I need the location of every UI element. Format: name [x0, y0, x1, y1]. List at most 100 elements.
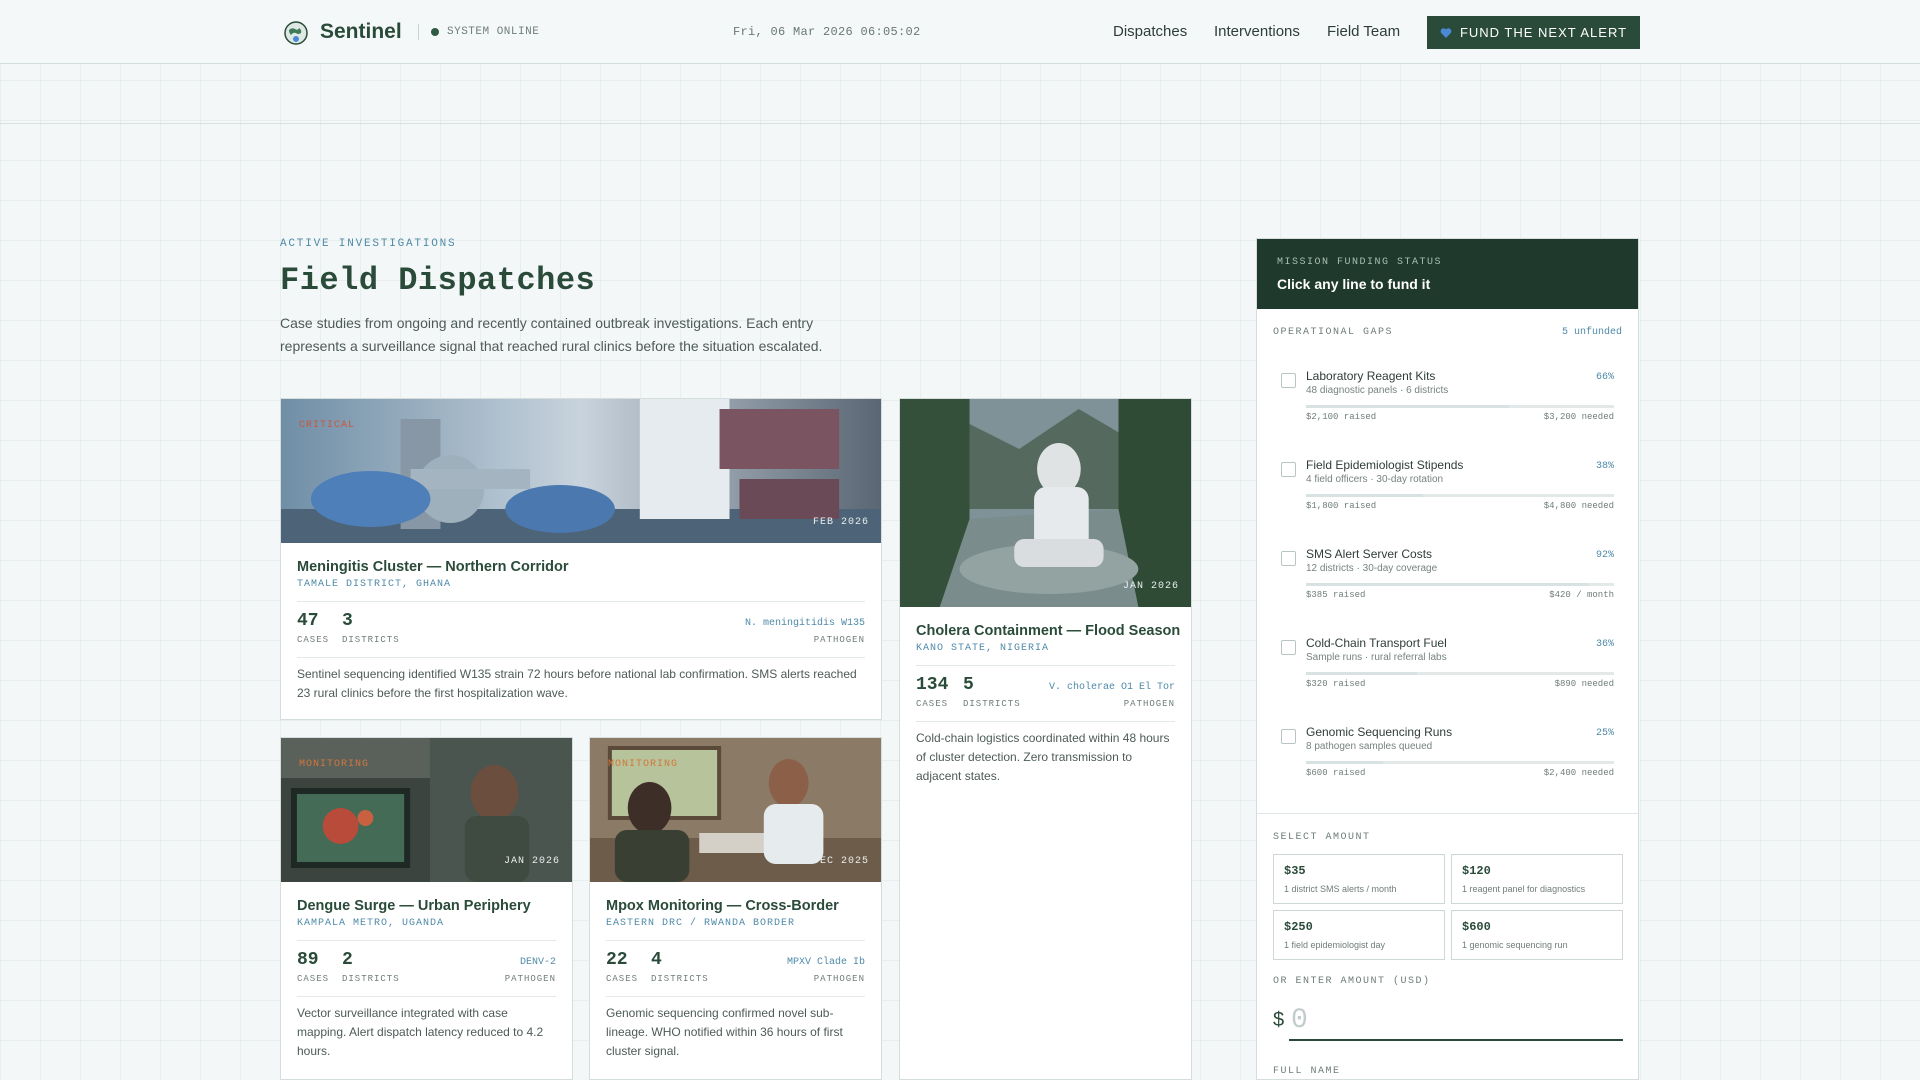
amount-option-120[interactable]: $120 1 reagent panel for diagnostics [1451, 854, 1623, 904]
dispatch-description: Sentinel sequencing identified W135 stra… [297, 667, 857, 700]
funding-panel: MISSION FUNDING STATUS Click any line to… [1256, 238, 1639, 1080]
gap-title: Genomic Sequencing Runs [1306, 725, 1453, 739]
gap-percent: 36% [1595, 639, 1614, 650]
gap-title: SMS Alert Server Costs [1306, 547, 1433, 561]
cases-label: CASES [297, 974, 330, 984]
funding-gap-sms-server[interactable]: SMS Alert Server Costs 12 districts · 30… [1257, 539, 1638, 617]
unfunded-count: 5 unfunded [1561, 327, 1622, 338]
dispatch-photo-lab-microscope [281, 399, 881, 543]
districts-count: 4 [651, 950, 662, 970]
dispatch-title[interactable]: Cholera Containment — Flood Season [916, 623, 1180, 639]
districts-label: DISTRICTS [342, 974, 400, 984]
dispatch-card-dengue[interactable]: MONITORING JAN 2026 Dengue Surge — Urban… [280, 737, 573, 1080]
gap-progress-fill [1306, 761, 1383, 764]
gap-progress-fill [1306, 494, 1424, 497]
fund-button-label: FUND THE NEXT ALERT [1459, 25, 1628, 40]
cases-count: 89 [297, 950, 319, 970]
gap-percent: 92% [1595, 550, 1614, 561]
districts-count: 2 [342, 950, 353, 970]
select-amount-label: SELECT AMOUNT [1273, 832, 1371, 843]
gap-progress-fill [1306, 672, 1417, 675]
amount-description: 1 field epidemiologist day [1284, 940, 1386, 950]
dispatch-description: Cold-chain logistics coordinated within … [916, 731, 1170, 783]
page-title: Field Dispatches [280, 262, 596, 299]
dispatch-title[interactable]: Mpox Monitoring — Cross-Border [606, 898, 839, 914]
dispatch-location: EASTERN DRC / RWANDA BORDER [606, 918, 796, 929]
gap-checkbox[interactable] [1281, 729, 1296, 744]
funding-gap-cold-chain-fuel[interactable]: Cold-Chain Transport Fuel Sample runs · … [1257, 628, 1638, 706]
gap-subtitle: 4 field officers · 30-day rotation [1306, 474, 1444, 485]
card-divider [606, 996, 865, 997]
gap-checkbox[interactable] [1281, 373, 1296, 388]
card-divider [297, 601, 865, 602]
pathogen-label: PATHOGEN [813, 974, 865, 984]
dispatch-card-cholera[interactable]: JAN 2026 Cholera Containment — Flood Sea… [899, 398, 1192, 1080]
custom-amount-label: OR ENTER AMOUNT (USD) [1273, 976, 1431, 987]
amount-description: 1 genomic sequencing run [1462, 940, 1568, 950]
status-tag-monitoring: MONITORING [299, 759, 370, 770]
dispatch-date: JAN 2026 [503, 856, 560, 867]
dispatch-card-mpox[interactable]: MONITORING DEC 2025 Mpox Monitoring — Cr… [589, 737, 882, 1080]
amount-value: $120 [1462, 864, 1491, 878]
card-divider [297, 657, 865, 658]
gap-progress-fill [1306, 405, 1510, 408]
funding-gap-reagent-kits[interactable]: Laboratory Reagent Kits 48 diagnostic pa… [1257, 361, 1638, 439]
system-status: SYSTEM ONLINE [447, 26, 540, 38]
gap-percent: 38% [1595, 461, 1614, 472]
status-tag-critical: CRITICAL [299, 420, 356, 431]
dispatch-date: FEB 2026 [812, 517, 869, 528]
gap-progress-bar [1306, 672, 1614, 675]
gap-checkbox[interactable] [1281, 551, 1296, 566]
dispatch-title[interactable]: Meningitis Cluster — Northern Corridor [297, 559, 569, 575]
districts-count: 3 [342, 611, 353, 631]
gap-checkbox[interactable] [1281, 640, 1296, 655]
gap-needed: $2,400 needed [1543, 768, 1614, 778]
panel-divider [1257, 813, 1638, 814]
districts-count: 5 [963, 675, 974, 695]
nav-dispatches[interactable]: Dispatches [1113, 23, 1187, 40]
custom-amount-input[interactable] [1289, 1001, 1623, 1041]
districts-label: DISTRICTS [963, 699, 1021, 709]
card-divider [297, 996, 556, 997]
gap-needed: $890 needed [1554, 679, 1614, 689]
funding-gap-genomic-sequencing[interactable]: Genomic Sequencing Runs 8 pathogen sampl… [1257, 717, 1638, 795]
brand-name[interactable]: Sentinel [320, 20, 402, 44]
dispatch-title[interactable]: Dengue Surge — Urban Periphery [297, 898, 531, 914]
dispatch-card-meningitis[interactable]: CRITICAL FEB 2026 Meningitis Cluster — N… [280, 398, 882, 720]
funding-gap-epidemiologist-stipends[interactable]: Field Epidemiologist Stipends 4 field of… [1257, 450, 1638, 528]
cases-count: 22 [606, 950, 628, 970]
funding-title: Click any line to fund it [1277, 276, 1431, 292]
currency-symbol: $ [1273, 1009, 1285, 1031]
gap-raised: $385 raised [1306, 590, 1366, 600]
amount-option-35[interactable]: $35 1 district SMS alerts / month [1273, 854, 1445, 904]
pathogen-name: V. cholerae O1 El Tor [1048, 682, 1175, 693]
dispatch-location: KAMPALA METRO, UGANDA [297, 918, 445, 929]
dispatch-description: Genomic sequencing confirmed novel sub-l… [606, 1006, 843, 1058]
gap-title: Laboratory Reagent Kits [1306, 369, 1436, 383]
amount-value: $35 [1284, 864, 1306, 878]
nav-interventions[interactable]: Interventions [1214, 23, 1300, 40]
gap-needed: $420 / month [1549, 590, 1614, 600]
fund-next-alert-button[interactable]: FUND THE NEXT ALERT [1427, 16, 1640, 49]
cases-count: 47 [297, 611, 319, 631]
card-divider [916, 721, 1175, 722]
nav-field-team[interactable]: Field Team [1327, 23, 1400, 40]
gap-title: Cold-Chain Transport Fuel [1306, 636, 1447, 650]
pathogen-name: N. meningitidis W135 [744, 618, 865, 629]
card-divider [297, 940, 556, 941]
gap-needed: $4,800 needed [1543, 501, 1614, 511]
gap-raised: $1,800 raised [1306, 501, 1377, 511]
gap-checkbox[interactable] [1281, 462, 1296, 477]
amount-option-600[interactable]: $600 1 genomic sequencing run [1451, 910, 1623, 960]
amount-option-250[interactable]: $250 1 field epidemiologist day [1273, 910, 1445, 960]
gap-raised: $600 raised [1306, 768, 1366, 778]
gap-progress-fill [1306, 583, 1590, 586]
dispatch-location: TAMALE DISTRICT, GHANA [297, 579, 452, 590]
pathogen-label: PATHOGEN [504, 974, 556, 984]
amount-value: $600 [1462, 920, 1491, 934]
globe-logo-icon [284, 21, 308, 45]
gap-needed: $3,200 needed [1543, 412, 1614, 422]
card-divider [606, 940, 865, 941]
gap-progress-bar [1306, 583, 1614, 586]
gap-raised: $320 raised [1306, 679, 1366, 689]
